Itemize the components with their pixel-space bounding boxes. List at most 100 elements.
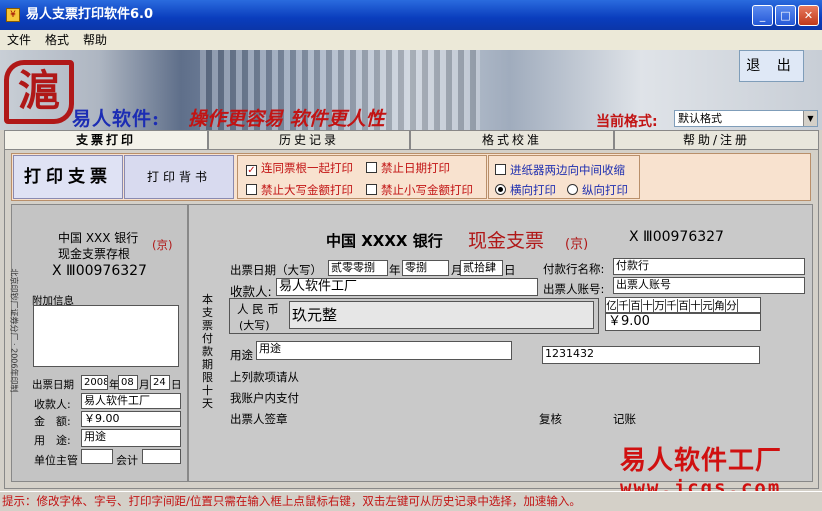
stub-month-unit: 月 <box>139 379 150 391</box>
feed-options-group: 进纸器两边向中间收缩 横向打印 纵向打印 <box>488 155 640 199</box>
digit-cell: 元 <box>702 299 714 313</box>
check-day-input[interactable]: 贰拾肆 <box>460 260 503 276</box>
digit-cell: 十 <box>642 299 654 313</box>
maximize-button[interactable]: □ <box>775 5 796 26</box>
stub-bank: 中国 XXX 银行 <box>58 231 139 245</box>
status-bar: 提示：修改字体、字号、打印字间距/位置只需在输入框上点鼠标右键，双击左键可从历史… <box>0 491 822 511</box>
stub-day-input[interactable]: 24 <box>150 375 170 390</box>
menu-file[interactable]: 文件 <box>0 30 38 50</box>
print-check-button[interactable]: 打印支票 <box>13 155 123 199</box>
digit-cell: 千 <box>666 299 678 313</box>
format-label: 当前格式: <box>596 114 658 130</box>
minimize-button[interactable]: _ <box>752 5 773 26</box>
check-region: (京) <box>565 237 589 252</box>
check-year-input[interactable]: 贰零零捌 <box>328 260 388 276</box>
stub-usage-input[interactable]: 用途 <box>81 429 181 447</box>
check-day-unit: 日 <box>504 263 516 277</box>
portrait-option[interactable]: 纵向打印 <box>567 182 628 198</box>
company-watermark: 易人软件工厂 <box>620 446 783 476</box>
no-upper-amount-checkbox[interactable] <box>246 184 257 195</box>
digit-cell: 十 <box>690 299 702 313</box>
check-bank: 中国 XXXX 银行 <box>326 232 443 250</box>
digit-cell: 分 <box>726 299 738 313</box>
check-title: 现金支票 <box>468 230 545 252</box>
window-titlebar: 易人支票打印软件6.0 <box>0 0 822 30</box>
digit-cell: 万 <box>654 299 666 313</box>
digit-cell: 百 <box>678 299 690 313</box>
menu-format[interactable]: 格式 <box>38 30 76 50</box>
print-endorse-button[interactable]: 打印背书 <box>124 155 234 199</box>
banner-slogan: 操作更容易 软件更人性 <box>188 108 385 130</box>
stub-serial: X Ⅲ00976327 <box>52 263 147 279</box>
check-digit-grid: 亿千百十万千百十元角分 <box>605 297 761 313</box>
stub-month-input[interactable]: 08 <box>118 375 138 390</box>
no-date-checkbox[interactable] <box>366 162 377 173</box>
stub-accountant-label: 会计 <box>116 454 138 467</box>
feed-center-option[interactable]: 进纸器两边向中间收缩 <box>495 162 625 178</box>
print-options-group: ✓ 连同票根一起打印 禁止日期打印 禁止大写金额打印 禁止小写金额打印 <box>237 155 487 199</box>
stub-accountant-input[interactable] <box>142 449 181 464</box>
format-select-value: 默认格式 <box>678 112 722 125</box>
menu-bar: 文件 格式 帮助 <box>0 30 822 50</box>
stub-extra-input[interactable] <box>33 305 179 367</box>
check-bank-name-label: 付款行名称: <box>543 262 605 276</box>
check-line2: 我账户内支付 <box>230 391 299 405</box>
check-line1: 上列款项请从 <box>230 370 299 384</box>
stub-usage-label: 用 途: <box>34 434 71 447</box>
check-bank-name-input[interactable]: 付款行 <box>613 258 805 275</box>
digit-cell: 百 <box>630 299 642 313</box>
check-stub: 中国 XXX 银行 现金支票存根 (京) X Ⅲ00976327 北京印钞厂证券… <box>9 204 188 482</box>
digit-cell: 千 <box>618 299 630 313</box>
check-password-input[interactable]: 1231432 <box>542 346 760 364</box>
check-year-unit: 年 <box>389 263 401 277</box>
check-payee-input[interactable]: 易人软件工厂 <box>276 278 538 296</box>
stub-year-input[interactable]: 2008 <box>81 375 108 390</box>
tab-print-check[interactable]: 支票打印 <box>4 130 208 149</box>
format-select[interactable]: 默认格式 ▼ <box>674 110 818 127</box>
stub-manager-label: 单位主管 <box>34 454 78 467</box>
check-account-input[interactable]: 出票人账号 <box>613 277 805 294</box>
check-validity-note: 本支票付款期限十天 <box>202 293 213 410</box>
menu-help[interactable]: 帮助 <box>76 30 114 50</box>
no-lower-amount-checkbox[interactable] <box>366 184 377 195</box>
tab-format-calibration[interactable]: 格式校准 <box>410 130 614 149</box>
window-title: 易人支票打印软件6.0 <box>26 7 154 22</box>
digit-cell: 亿 <box>606 299 618 313</box>
with-stub-option[interactable]: ✓ 连同票根一起打印 <box>246 160 353 176</box>
exit-button[interactable]: 退 出 <box>739 50 804 82</box>
check-month-input[interactable]: 零捌 <box>402 260 449 276</box>
portrait-radio[interactable] <box>567 184 578 195</box>
check-record-label: 记账 <box>613 412 636 426</box>
check-amount-upper-input[interactable]: 玖元整 <box>289 301 594 329</box>
check-serial: X Ⅲ00976327 <box>629 229 724 245</box>
no-lower-amount-option[interactable]: 禁止小写金额打印 <box>366 182 473 198</box>
no-upper-amount-option[interactable]: 禁止大写金额打印 <box>246 182 353 198</box>
check-account-label: 出票人账号: <box>543 282 605 296</box>
check-review-label: 复核 <box>539 412 562 426</box>
no-date-option[interactable]: 禁止日期打印 <box>366 160 450 176</box>
with-stub-checkbox[interactable]: ✓ <box>246 165 257 176</box>
check-signer-label: 出票人签章 <box>230 412 288 426</box>
stub-amount-label: 金 额: <box>34 415 71 428</box>
feed-center-checkbox[interactable] <box>495 164 506 175</box>
brand-logo: 滬 <box>4 60 74 124</box>
stub-region: (京) <box>152 238 173 252</box>
digit-cell: 角 <box>714 299 726 313</box>
landscape-radio[interactable] <box>495 184 506 195</box>
landscape-option[interactable]: 横向打印 <box>495 182 556 198</box>
stub-payee-label: 收款人: <box>34 398 71 411</box>
tab-history[interactable]: 历史记录 <box>208 130 410 149</box>
stub-payee-input[interactable]: 易人软件工厂 <box>81 393 181 409</box>
chevron-down-icon[interactable]: ▼ <box>803 111 817 126</box>
check-rmb-label: 人 民 币 <box>237 302 279 316</box>
stub-side-text: 北京印钞厂证券分厂 · 2006年印制 <box>9 268 19 393</box>
stub-date-label: 出票日期 <box>32 379 74 391</box>
stub-manager-input[interactable] <box>81 449 113 464</box>
stub-amount-input[interactable]: ￥9.00 <box>81 411 181 427</box>
check-usage-input[interactable]: 用途 <box>256 341 512 360</box>
close-button[interactable]: ✕ <box>798 5 819 26</box>
tab-help-register[interactable]: 帮助/注册 <box>614 130 819 149</box>
banner-brand: 易人软件: <box>72 108 161 130</box>
check-amount-lower-input[interactable]: ￥9.00 <box>605 313 761 331</box>
app-icon: ¥ <box>6 8 20 22</box>
